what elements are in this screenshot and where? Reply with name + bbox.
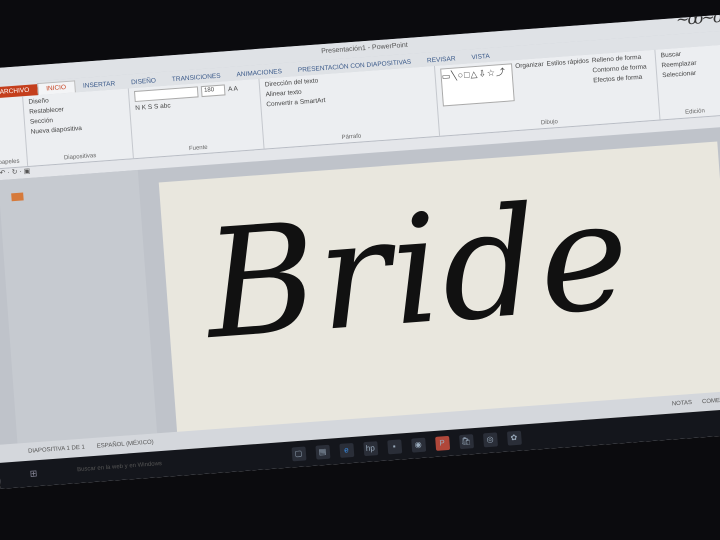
quick-styles-button[interactable]: Estilos rápidos (546, 58, 593, 125)
powerpoint-icon[interactable]: P (434, 435, 450, 451)
store-icon[interactable]: 🛍 (458, 434, 474, 450)
shape-effects-button[interactable]: Efectos de forma (593, 73, 648, 85)
window-title: Presentación1 - PowerPoint (320, 41, 409, 56)
group-slides: Diseño Restablecer Sección Nueva diaposi… (23, 88, 134, 166)
font-size-input[interactable]: 180 (200, 84, 226, 98)
task-view-icon[interactable]: ▢ (291, 446, 307, 462)
copy-icon[interactable]: ⎘ (0, 111, 19, 122)
decorative-flourish: ~ꝏ~ꝏ~ (675, 12, 720, 30)
comments-button[interactable]: COMENTARIOS (702, 396, 720, 405)
language-indicator[interactable]: ESPAÑOL (MÉXICO) (97, 440, 154, 450)
app-icon[interactable]: ◉ (410, 437, 426, 453)
app-icon[interactable]: ✿ (506, 430, 522, 446)
arrange-button[interactable]: Organizar (515, 61, 548, 127)
monitor-screen: Presentación1 - PowerPoint ~ꝏ~ꝏ~ ARCHIVO… (0, 12, 720, 489)
edge-icon[interactable]: e (338, 442, 354, 458)
shape-outline-button[interactable]: Contorno de forma (592, 63, 647, 74)
windows-start-icon[interactable]: ⊞ (0, 468, 38, 482)
group-editing: Buscar Reemplazar Seleccionar Edición (655, 44, 720, 120)
notes-button[interactable]: NOTAS (672, 400, 693, 407)
replace-button[interactable]: Reemplazar (661, 58, 720, 70)
chrome-icon[interactable]: ◎ (482, 432, 498, 448)
font-grow-icon[interactable]: A A (228, 85, 238, 93)
cut-icon[interactable]: ✂ (0, 100, 18, 111)
shape-fill-button[interactable]: Relleno de forma (592, 53, 647, 65)
slide-text[interactable]: Bride (200, 168, 636, 373)
group-paragraph: Dirección del texto Alinear texto Conver… (259, 65, 441, 149)
slide-thumbnail-pane (0, 169, 158, 444)
shapes-gallery[interactable]: ▭╲○□△⇩☆⤴ (440, 63, 515, 107)
font-name-input[interactable] (133, 86, 199, 103)
group-font: 180 A A N K S S abc Fuente (128, 78, 265, 159)
file-explorer-icon[interactable]: ▤ (314, 444, 330, 460)
app-icon[interactable]: ▪ (386, 439, 402, 455)
workspace: Bride (0, 123, 720, 452)
hp-icon[interactable]: hp (362, 441, 378, 457)
select-button[interactable]: Seleccionar (662, 68, 720, 79)
slide-counter: DIAPOSITIVA 1 DE 1 (27, 444, 86, 455)
slide-thumbnail[interactable] (11, 192, 24, 202)
